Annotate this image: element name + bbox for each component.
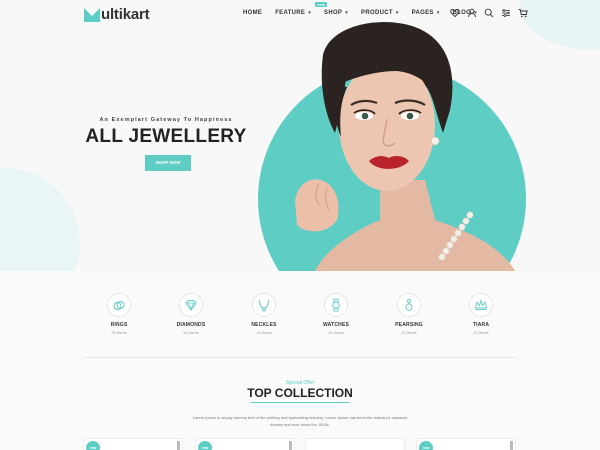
logo-m-icon (84, 7, 100, 22)
new-badge: new (86, 441, 100, 450)
shop-now-button[interactable]: SHOP NOW (145, 155, 191, 171)
watch-icon (332, 298, 340, 312)
nav-label: FEATURE (275, 10, 306, 16)
chevron-down-icon: ▾ (345, 10, 349, 16)
category-diamonds[interactable]: DIAMONDS 54 Items (161, 293, 221, 335)
category-tiara[interactable]: TIARA 10 Items (451, 293, 511, 335)
cart-icon[interactable] (518, 8, 528, 18)
category-name: PEARSING (395, 322, 423, 328)
new-badge: new (198, 441, 212, 450)
category-icon-circle (179, 293, 203, 317)
nav-item-shop[interactable]: SHOP ▾ (324, 10, 348, 16)
nav-item-product[interactable]: PRODUCT ▾ (361, 10, 399, 16)
nav-label: PRODUCT (361, 10, 393, 16)
ring-icon (113, 301, 125, 310)
product-card[interactable]: new (416, 438, 516, 450)
nav-item-home[interactable]: HOME (243, 10, 262, 16)
nav-label: SHOP (324, 10, 343, 16)
category-name: WATCHES (322, 322, 350, 328)
category-rings[interactable]: RINGS 25 Items (89, 293, 149, 335)
category-name: NECKLES (251, 322, 277, 328)
card-side-label (177, 441, 180, 450)
nav-label: HOME (243, 10, 263, 16)
hero-tagline: An Exemplart Gateway To Happiness (99, 117, 233, 123)
category-icon-circle (324, 293, 348, 317)
category-name: TIARA (472, 322, 490, 328)
hero-banner: ultikart HOME FEATURE ▾ new SHOP ▾ PRODU… (0, 0, 600, 271)
category-count: 13 Items (256, 330, 272, 335)
search-icon[interactable] (484, 8, 494, 18)
chevron-down-icon: ▾ (436, 10, 440, 16)
category-icon-circle (397, 293, 421, 317)
product-card[interactable] (305, 438, 405, 450)
category-icon-circle (252, 293, 276, 317)
card-side-label (289, 441, 292, 450)
settings-icon[interactable] (501, 8, 511, 18)
nav-label: PAGES (411, 10, 434, 16)
nav-item-pages[interactable]: PAGES ▾ (412, 10, 440, 16)
header-actions (450, 8, 528, 18)
section-divider (83, 357, 517, 358)
product-card[interactable]: new (195, 438, 295, 450)
heart-icon[interactable] (450, 8, 460, 18)
category-icon-circle (107, 293, 131, 317)
earring-icon (405, 299, 413, 311)
logo-text: ultikart (101, 6, 150, 23)
diamond-icon (185, 300, 197, 312)
nav-item-feature[interactable]: FEATURE ▾ new (275, 2, 327, 16)
category-pearsing[interactable]: PEARSING 12 Items (379, 293, 439, 335)
category-count: 12 Items (401, 330, 417, 335)
tiara-icon (474, 298, 488, 310)
chevron-down-icon: ▾ (308, 10, 312, 16)
product-card[interactable]: new (83, 438, 183, 450)
site-logo[interactable]: ultikart (84, 6, 150, 23)
title-underline (251, 402, 349, 403)
necklace-icon (259, 299, 269, 312)
category-icon-circle (469, 293, 493, 317)
new-badge: new (315, 2, 327, 7)
decorative-blob (520, 0, 600, 50)
new-badge: new (419, 441, 433, 450)
collection-title: TOP COLLECTION (247, 386, 353, 400)
category-count: 42 Items (328, 330, 344, 335)
decorative-blob (0, 168, 80, 271)
category-count: 25 Items (111, 330, 127, 335)
category-watches[interactable]: WATCHES 42 Items (306, 293, 366, 335)
hero-headline: ALL JEWELLERY (85, 126, 247, 147)
card-side-label (510, 441, 513, 450)
category-name: RINGS (110, 322, 128, 328)
hero-model-image (295, 22, 515, 271)
category-count: 10 Items (473, 330, 489, 335)
category-count: 54 Items (183, 330, 199, 335)
collection-description: Lorem Ipsum is simply dummy text of the … (192, 415, 408, 427)
user-icon[interactable] (467, 8, 477, 18)
category-name: DIAMONDS (176, 322, 206, 328)
category-neckles[interactable]: NECKLES 13 Items (234, 293, 294, 335)
chevron-down-icon: ▾ (395, 10, 399, 16)
